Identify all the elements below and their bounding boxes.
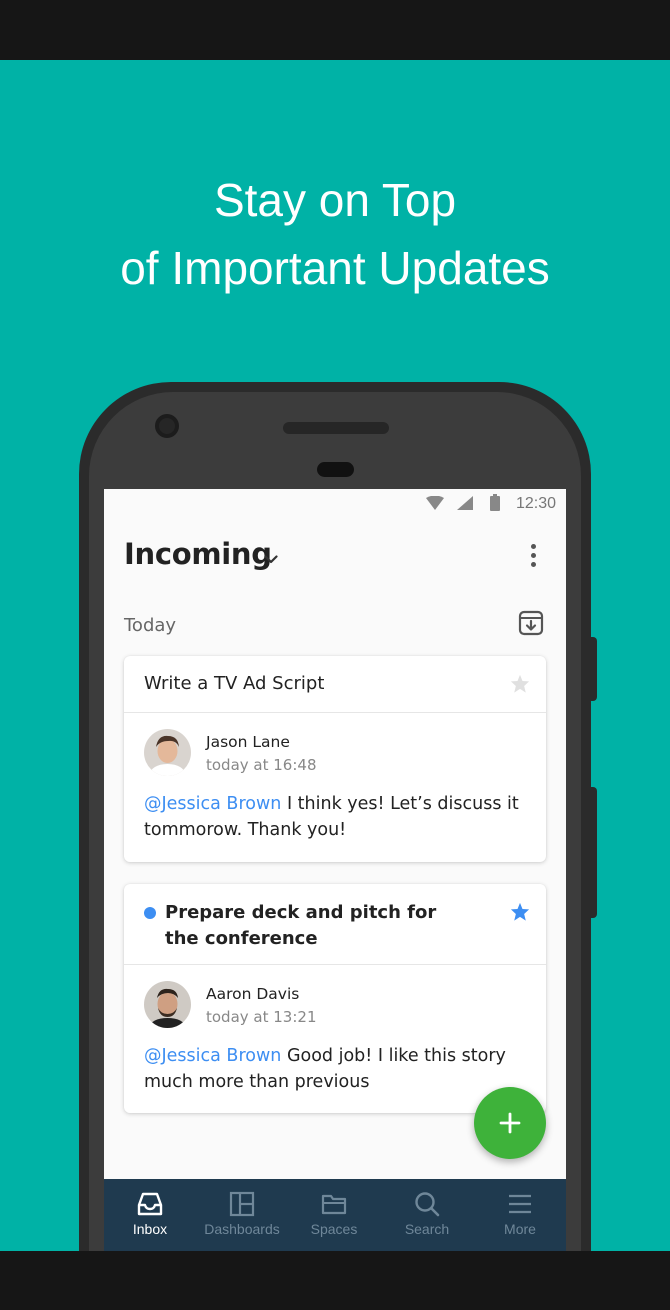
unread-dot-icon: [144, 907, 156, 919]
top-letterbox: [0, 0, 670, 60]
star-icon[interactable]: [510, 902, 530, 925]
signal-icon: [457, 496, 473, 515]
nav-label: Inbox: [132, 1221, 168, 1237]
promo-stage: Stay on Top of Important Updates 12:30 I…: [0, 60, 670, 1251]
search-icon: [415, 1192, 440, 1217]
phone-speaker: [283, 422, 389, 434]
status-bar: 12:30: [104, 489, 566, 519]
inbox-icon: [137, 1192, 163, 1216]
phone-screen: 12:30 Incoming Today Write a TV Ad Scrip…: [104, 489, 566, 1251]
card-header: Prepare deck and pitch for the conferenc…: [124, 884, 546, 965]
headline-line-1: Stay on Top: [213, 174, 457, 226]
menu-icon: [509, 1194, 531, 1214]
wifi-icon: [426, 495, 444, 515]
bottom-letterbox: [0, 1251, 670, 1310]
nav-label: Search: [404, 1221, 450, 1237]
comment-time: today at 13:21: [206, 1008, 317, 1026]
avatar[interactable]: [144, 729, 191, 776]
card-title[interactable]: Prepare deck and pitch for the conferenc…: [165, 900, 475, 952]
nav-item-more[interactable]: More: [474, 1179, 566, 1251]
mention-link[interactable]: @Jessica Brown: [144, 1046, 281, 1066]
nav-item-search[interactable]: Search: [381, 1179, 473, 1251]
star-icon[interactable]: [510, 674, 530, 697]
comment-text: @Jessica Brown I think yes! Let’s discus…: [144, 791, 524, 843]
nav-label: Spaces: [310, 1221, 358, 1237]
nav-item-dashboards[interactable]: Dashboards: [196, 1179, 288, 1251]
add-task-button[interactable]: [474, 1087, 546, 1159]
battery-icon: [490, 494, 500, 516]
page-title[interactable]: Incoming: [124, 537, 272, 571]
task-card[interactable]: Prepare deck and pitch for the conferenc…: [124, 884, 546, 1113]
phone-side-button-top: [591, 637, 597, 701]
folder-icon: [321, 1194, 347, 1215]
bottom-nav: Inbox Dashboards Spaces Search More: [104, 1179, 566, 1251]
avatar[interactable]: [144, 981, 191, 1028]
task-card[interactable]: Write a TV Ad Script Jason Lane today at…: [124, 656, 546, 862]
section-label: Today: [124, 615, 177, 636]
phone-side-button-bottom: [591, 787, 597, 918]
headline-line-2: of Important Updates: [120, 242, 550, 294]
dashboard-icon: [229, 1191, 255, 1217]
nav-label: More: [504, 1221, 536, 1237]
nav-item-spaces[interactable]: Spaces: [288, 1179, 380, 1251]
author-name: Jason Lane: [206, 733, 290, 751]
card-header: Write a TV Ad Script: [124, 656, 546, 713]
phone-earpiece: [317, 462, 354, 477]
mention-link[interactable]: @Jessica Brown: [144, 794, 281, 814]
nav-label: Dashboards: [204, 1221, 280, 1237]
chevron-down-icon[interactable]: [264, 549, 278, 568]
front-camera: [155, 414, 179, 438]
status-time: 12:30: [515, 495, 556, 512]
archive-icon[interactable]: [518, 610, 544, 640]
comment-text: @Jessica Brown Good job! I like this sto…: [144, 1043, 524, 1095]
more-vert-icon[interactable]: [526, 544, 540, 570]
plus-icon: [499, 1112, 521, 1134]
nav-item-inbox[interactable]: Inbox: [104, 1179, 196, 1251]
headline: Stay on Top of Important Updates: [0, 166, 670, 302]
card-title[interactable]: Write a TV Ad Script: [144, 673, 324, 694]
author-name: Aaron Davis: [206, 985, 300, 1003]
comment-time: today at 16:48: [206, 756, 317, 774]
